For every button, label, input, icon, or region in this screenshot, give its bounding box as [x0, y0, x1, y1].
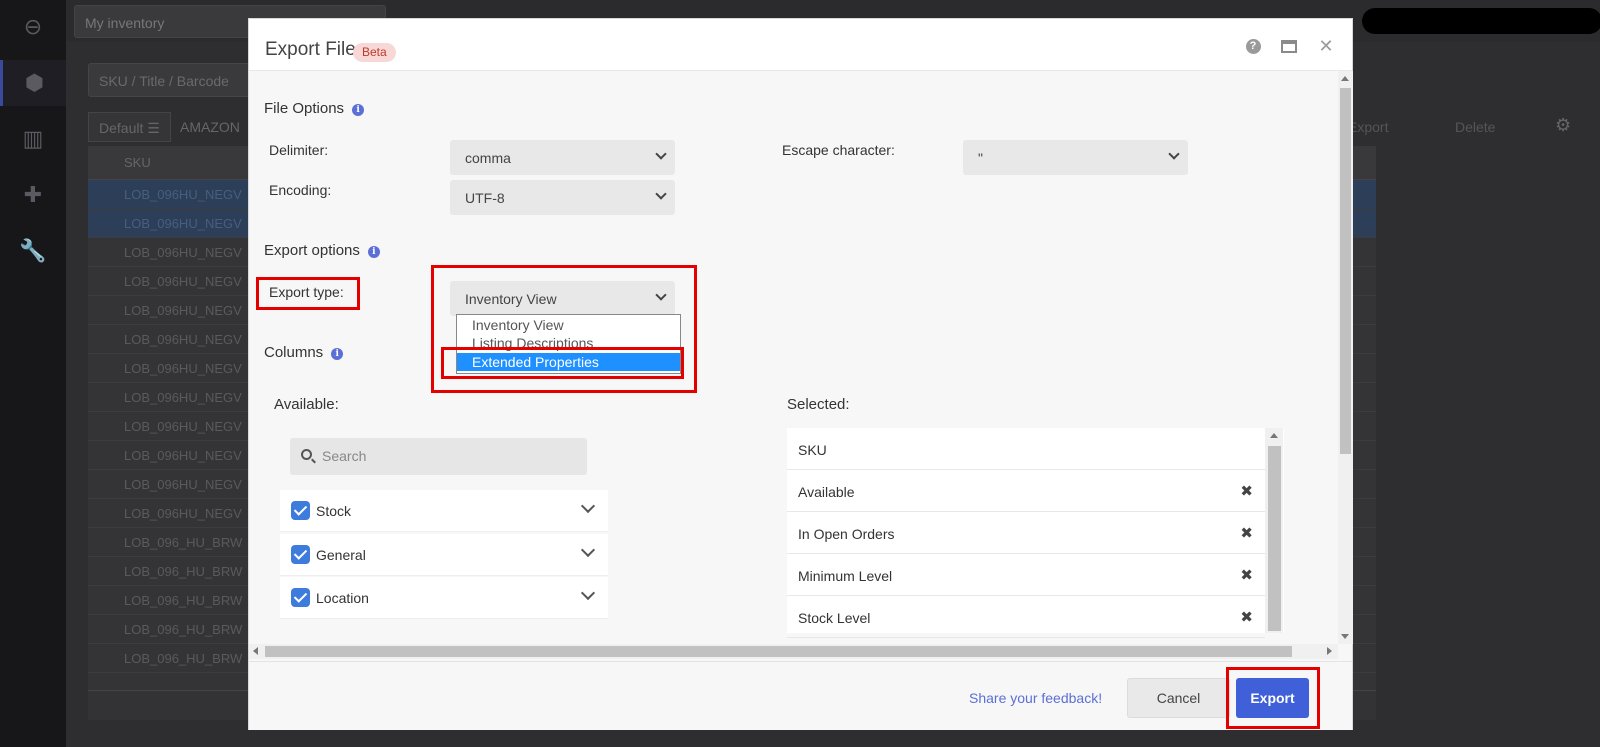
file-options-title: File Options i — [264, 100, 365, 117]
selected-column-label: In Open Orders — [798, 526, 895, 542]
available-label: Available: — [274, 396, 339, 413]
delimiter-value: comma — [465, 150, 511, 166]
chevron-down-icon — [655, 188, 667, 200]
scroll-left-arrow-icon[interactable] — [253, 647, 258, 655]
plugins-icon[interactable]: ✚ — [0, 172, 66, 218]
column-group-label: Location — [316, 590, 369, 606]
selected-columns-list: SKU Available ✖ In Open Orders ✖ Minimum… — [787, 428, 1284, 638]
modal-header: Export File Beta ? ✕ — [249, 19, 1352, 71]
inventory-icon[interactable]: ⬢ — [0, 60, 66, 106]
export-type-value: Inventory View — [465, 291, 557, 307]
selected-column-label: Available — [798, 484, 855, 500]
search-placeholder: Search — [322, 448, 367, 464]
chevron-down-icon — [655, 148, 667, 160]
gear-icon[interactable]: ⚙ — [1545, 108, 1581, 138]
modal-footer: Share your feedback! Cancel Export — [249, 661, 1352, 730]
logo-icon[interactable]: ⊖ — [0, 4, 66, 50]
cancel-button[interactable]: Cancel — [1127, 678, 1230, 718]
selected-column-item[interactable]: Stock Level ✖ — [787, 596, 1265, 638]
file-options-title-text: File Options — [264, 100, 345, 117]
info-icon[interactable]: i — [367, 246, 380, 258]
column-group-location[interactable]: Location — [280, 577, 608, 619]
escape-character-value: " — [978, 150, 983, 166]
selected-column-label: Stock Level — [798, 610, 871, 626]
remove-icon[interactable]: ✖ — [1240, 608, 1253, 626]
close-icon[interactable]: ✕ — [1317, 36, 1335, 56]
remove-icon[interactable]: ✖ — [1240, 524, 1253, 542]
checkbox-checked-icon[interactable] — [291, 545, 310, 564]
grid-header-sku: SKU — [124, 155, 151, 170]
info-icon[interactable]: i — [331, 348, 344, 360]
share-feedback-link[interactable]: Share your feedback! — [969, 690, 1102, 706]
beta-badge: Beta — [353, 43, 396, 62]
scroll-up-arrow-icon[interactable] — [1341, 76, 1349, 81]
scrollbar-thumb[interactable] — [1340, 88, 1351, 454]
search-icon — [301, 449, 312, 460]
modal-body: File Options i Delimiter: comma Encoding:… — [249, 71, 1338, 644]
scroll-up-arrow-icon[interactable] — [1270, 433, 1278, 438]
chevron-down-icon[interactable] — [580, 498, 596, 514]
selected-list-scrollbar[interactable] — [1265, 428, 1283, 633]
remove-icon[interactable]: ✖ — [1240, 482, 1253, 500]
extended-properties-highlight — [441, 347, 684, 379]
selected-column-item[interactable]: SKU — [787, 428, 1265, 470]
option-inventory-view[interactable]: Inventory View — [457, 316, 680, 334]
modal-title: Export File — [265, 39, 356, 60]
selected-column-item[interactable]: Minimum Level ✖ — [787, 554, 1265, 596]
escape-character-label: Escape character: — [782, 142, 895, 158]
view-tab-label: Default — [99, 120, 144, 136]
encoding-value: UTF-8 — [465, 190, 505, 206]
export-options-title: Export options i — [264, 242, 380, 259]
checkbox-checked-icon[interactable] — [291, 588, 310, 607]
chevron-down-icon[interactable] — [580, 542, 596, 558]
info-icon[interactable]: i — [352, 104, 365, 116]
selected-column-label: SKU — [798, 442, 827, 458]
view-tab-default[interactable]: Default ☰ — [88, 112, 171, 142]
delimiter-select[interactable]: comma — [450, 140, 675, 175]
column-group-label: General — [316, 547, 366, 563]
scroll-right-arrow-icon[interactable] — [1327, 647, 1332, 655]
settings-wrench-icon[interactable]: 🔧 — [0, 228, 66, 274]
export-options-title-text: Export options — [264, 242, 360, 259]
escape-character-select[interactable]: " — [963, 140, 1188, 175]
export-type-select[interactable]: Inventory View — [450, 281, 675, 316]
chevron-down-icon — [1168, 148, 1180, 160]
export-file-modal: Export File Beta ? ✕ File Options i Delim… — [248, 18, 1353, 730]
redacted-user-area — [1362, 8, 1600, 34]
help-icon[interactable]: ? — [1244, 37, 1262, 55]
encoding-select[interactable]: UTF-8 — [450, 180, 675, 215]
selected-label: Selected: — [787, 396, 850, 413]
encoding-label: Encoding: — [269, 182, 332, 198]
checkbox-checked-icon[interactable] — [291, 501, 310, 520]
export-type-label: Export type: — [269, 284, 344, 300]
scroll-down-arrow-icon[interactable] — [1341, 634, 1349, 639]
delete-button[interactable]: Delete — [1445, 112, 1505, 142]
column-group-stock[interactable]: Stock — [280, 490, 608, 532]
selected-column-label: Minimum Level — [798, 568, 893, 584]
app-sidebar: ⊖ ⬢ ▥ ✚ 🔧 — [0, 0, 66, 747]
selected-column-item[interactable]: In Open Orders ✖ — [787, 512, 1265, 554]
columns-title: Columns i — [264, 344, 344, 361]
column-group-general[interactable]: General — [280, 534, 608, 576]
chevron-down-icon — [655, 289, 667, 301]
columns-search-input[interactable]: Search — [290, 438, 587, 475]
reports-icon[interactable]: ▥ — [0, 116, 66, 162]
selected-column-item[interactable]: Available ✖ — [787, 470, 1265, 512]
modal-vertical-scrollbar[interactable] — [1338, 71, 1353, 644]
column-group-label: Stock — [316, 503, 352, 519]
export-button[interactable]: Export — [1236, 678, 1309, 718]
delimiter-label: Delimiter: — [269, 142, 329, 158]
modal-horizontal-scrollbar[interactable] — [249, 644, 1338, 659]
maximize-icon[interactable] — [1280, 37, 1298, 55]
scrollbar-thumb[interactable] — [265, 646, 1292, 657]
columns-title-text: Columns — [264, 344, 324, 361]
remove-icon[interactable]: ✖ — [1240, 566, 1253, 584]
view-tab-amazon[interactable]: AMAZON — [170, 112, 250, 142]
scrollbar-thumb[interactable] — [1268, 446, 1281, 631]
chevron-down-icon[interactable] — [580, 585, 596, 601]
